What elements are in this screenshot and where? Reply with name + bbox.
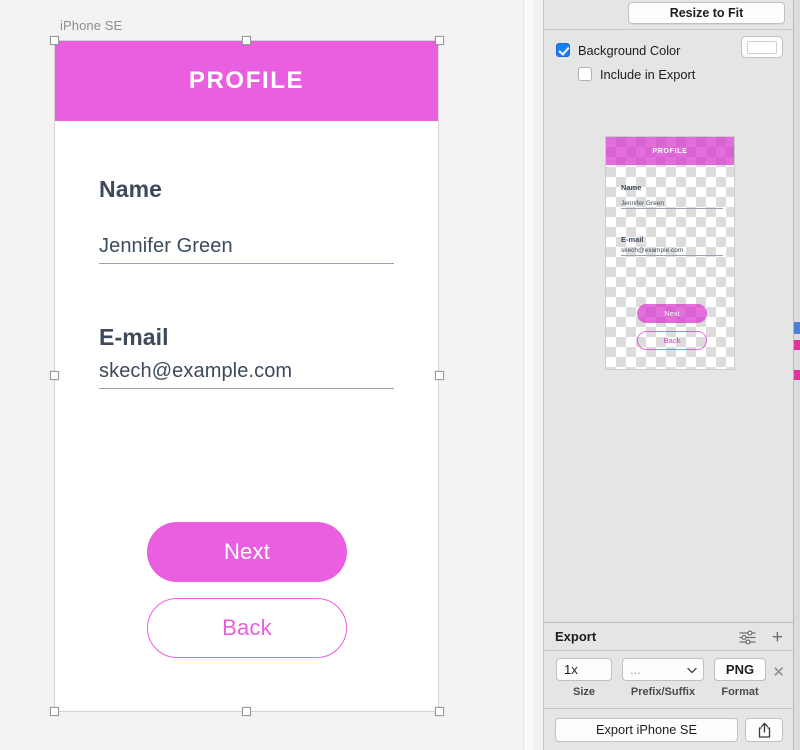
export-format-caption: Format — [721, 686, 759, 698]
export-format-select[interactable]: PNG — [714, 658, 766, 681]
field-value-name[interactable]: Jennifer Green — [99, 235, 394, 264]
export-footer: Export iPhone SE — [544, 709, 794, 750]
export-prefix-select[interactable]: ... — [622, 658, 704, 681]
export-size-input[interactable]: 1x — [556, 658, 612, 681]
export-preview-thumbnail[interactable]: PROFILE Name Jennifer Green E-mail skech… — [605, 136, 735, 370]
export-header: Export + — [544, 623, 794, 651]
preview-header-title: PROFILE — [652, 147, 688, 155]
form-field-email: E-mail skech@example.com — [99, 324, 394, 389]
share-icon[interactable] — [745, 718, 783, 742]
close-icon[interactable]: ✕ — [772, 663, 785, 681]
field-label-name: Name — [99, 176, 163, 202]
app-window: iPhone SE PROFILE Name Jennifer Green E-… — [0, 0, 800, 750]
edge-fragment-pink-1 — [794, 340, 800, 350]
resize-to-fit-button[interactable]: Resize to Fit — [628, 2, 785, 24]
back-button-label: Back — [222, 615, 272, 640]
canvas-vertical-scrollbar[interactable] — [523, 0, 534, 750]
export-size-cell: 1x Size — [556, 658, 612, 698]
edge-fragment-pink-2 — [794, 370, 800, 380]
resize-section: Resize to Fit — [544, 0, 793, 30]
adjacent-panel-edge — [793, 0, 800, 750]
preview-value-email: skech@example.com — [621, 247, 723, 256]
export-prefix-caption: Prefix/Suffix — [630, 686, 696, 698]
sliders-icon[interactable] — [739, 630, 756, 648]
preview-field-email: E-mail skech@example.com — [621, 235, 723, 256]
selection-handle-top-right[interactable] — [435, 36, 444, 45]
background-color-checkbox[interactable] — [556, 43, 570, 57]
background-color-swatch — [747, 40, 777, 54]
preview-field-name: Name Jennifer Green — [621, 183, 723, 209]
selection-handle-middle-left[interactable] — [50, 371, 59, 380]
preview-back-label: Back — [663, 336, 681, 345]
export-size-caption: Size — [572, 686, 595, 698]
design-canvas[interactable]: iPhone SE PROFILE Name Jennifer Green E-… — [0, 0, 534, 750]
include-in-export-label: Include in Export — [600, 66, 696, 82]
back-button[interactable]: Back — [147, 598, 347, 658]
next-button[interactable]: Next — [147, 522, 347, 582]
export-preview-area: PROFILE Name Jennifer Green E-mail skech… — [544, 131, 794, 381]
preview-label-name: Name — [621, 183, 642, 192]
plus-icon[interactable]: + — [772, 628, 783, 647]
preview-next-button: Next — [637, 304, 707, 323]
field-value-email[interactable]: skech@example.com — [99, 360, 394, 389]
field-label-email: E-mail — [99, 324, 169, 350]
preview-back-button: Back — [637, 331, 707, 350]
preview-value-name: Jennifer Green — [621, 200, 723, 209]
selection-handle-middle-right[interactable] — [435, 371, 444, 380]
selection-handle-top-center[interactable] — [242, 36, 251, 45]
selection-handle-bottom-center[interactable] — [242, 707, 251, 716]
selection-handle-top-left[interactable] — [50, 36, 59, 45]
artboard-label[interactable]: iPhone SE — [60, 18, 122, 33]
background-color-swatch-button[interactable] — [741, 36, 783, 58]
artboard-iphone-se[interactable]: PROFILE Name Jennifer Green E-mail skech… — [54, 40, 439, 712]
inspector-panel: Resize to Fit Background Color Include i… — [543, 0, 794, 750]
export-prefix-value: ... — [630, 662, 641, 677]
selection-handle-bottom-left[interactable] — [50, 707, 59, 716]
preview-label-email: E-mail — [621, 235, 644, 244]
background-color-section: Background Color Include in Export — [544, 30, 793, 92]
export-artboard-button[interactable]: Export iPhone SE — [555, 717, 738, 742]
next-button-label: Next — [223, 539, 271, 564]
form-field-name: Name Jennifer Green — [99, 176, 394, 264]
background-color-label: Background Color — [578, 42, 681, 58]
export-options-row: 1x Size ... Prefix/Suffix PNG Format ✕ — [544, 651, 794, 709]
include-in-export-row[interactable]: Include in Export — [566, 64, 793, 84]
chevron-down-icon — [687, 662, 697, 677]
export-section-title: Export — [555, 629, 597, 644]
export-prefix-cell: ... Prefix/Suffix — [622, 658, 704, 698]
artboard-header-bar: PROFILE — [55, 41, 438, 121]
include-in-export-checkbox[interactable] — [578, 67, 592, 81]
preview-header-bar: PROFILE — [606, 137, 734, 165]
export-section: Export + 1x Size ... Prefix/Suffix PNG F… — [544, 622, 794, 750]
selection-handle-bottom-right[interactable] — [435, 707, 444, 716]
preview-next-label: Next — [664, 309, 680, 318]
edge-fragment-blue — [794, 322, 800, 334]
export-format-cell: PNG Format — [714, 658, 766, 698]
artboard-header-title: PROFILE — [188, 67, 305, 94]
